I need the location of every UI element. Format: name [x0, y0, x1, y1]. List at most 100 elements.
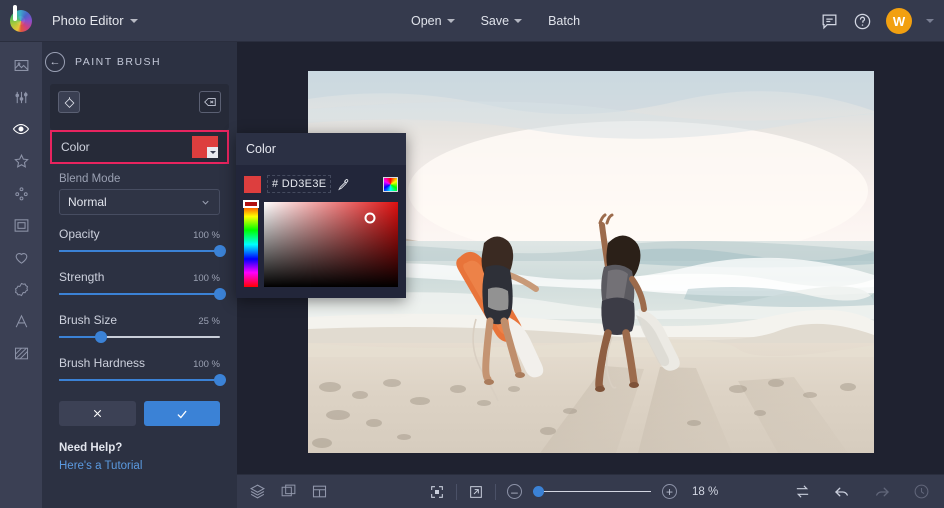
hue-slider[interactable] [243, 200, 259, 287]
sidebar-item-texture[interactable] [6, 342, 36, 364]
expand-fullscreen-icon[interactable] [468, 484, 484, 500]
slider-label: Brush Size [59, 313, 118, 327]
slider-knob[interactable] [214, 288, 226, 300]
cancel-button[interactable] [59, 401, 136, 426]
open-button[interactable]: Open [400, 8, 466, 34]
tool-panel: ← PAINT BRUSH Color Blend Mode Normal Op… [42, 42, 237, 508]
current-color-swatch [244, 175, 261, 193]
sidebar-item-text[interactable] [6, 310, 36, 332]
help-title: Need Help? [59, 442, 123, 454]
slider-track[interactable] [59, 373, 226, 387]
close-x-icon [93, 409, 101, 418]
top-bar: Photo Editor Open Save Batch W [0, 0, 944, 42]
page-title: PAINT BRUSH [75, 56, 162, 68]
history-clock-icon[interactable] [913, 483, 930, 500]
eyedropper-icon[interactable] [337, 178, 350, 191]
color-swatch[interactable] [192, 136, 218, 158]
zoom-slider-knob[interactable] [533, 486, 544, 497]
bottom-bar: – + 18 % [237, 474, 944, 508]
fit-to-screen-icon[interactable] [429, 484, 445, 500]
checkmark-icon [177, 410, 187, 418]
app-title-menu[interactable]: Photo Editor [52, 13, 138, 28]
avatar[interactable]: W [886, 8, 912, 34]
bottom-bar-left-tools [237, 483, 328, 500]
slider-strength: Strength 100 % [59, 270, 226, 301]
top-bar-actions: Open Save Batch [400, 0, 591, 42]
chevron-down-icon [514, 19, 523, 23]
sidebar-item-stickers[interactable] [6, 278, 36, 300]
batch-button-label: Batch [548, 14, 581, 28]
hex-input[interactable]: # DD3E3E [267, 175, 332, 193]
user-menu-chevron-icon[interactable] [926, 19, 934, 23]
divider [495, 483, 496, 500]
slider-track[interactable] [59, 287, 226, 301]
slider-track[interactable] [59, 244, 226, 258]
apply-button[interactable] [143, 401, 220, 426]
chat-bubble-icon[interactable] [820, 12, 839, 31]
help-section: Need Help? Here's a Tutorial [42, 426, 237, 472]
slider-value: 100 % [193, 359, 220, 370]
slider-opacity: Opacity 100 % [59, 227, 226, 258]
layers-icon[interactable] [249, 483, 266, 500]
chevron-down-icon [202, 200, 209, 205]
blend-mode-select[interactable]: Normal [59, 189, 220, 215]
zoom-level-value: 18 % [692, 485, 719, 498]
slider-label: Opacity [59, 227, 100, 241]
color-picker-title: Color [236, 133, 406, 165]
sliders-group: Opacity 100 % Strength 100 % Brush Size … [42, 227, 237, 387]
sidebar-item-frames[interactable] [6, 214, 36, 236]
batch-button[interactable]: Batch [537, 8, 591, 34]
open-button-label: Open [411, 14, 442, 28]
zoom-in-button[interactable]: + [662, 484, 677, 499]
undo-arrow-icon[interactable] [833, 483, 851, 501]
sidebar-item-overlays[interactable] [6, 182, 36, 204]
blend-mode-label: Blend Mode [59, 173, 121, 185]
save-button[interactable]: Save [470, 8, 534, 34]
color-picker-popup[interactable]: Color # DD3E3E [236, 133, 406, 298]
sidebar-item-photo[interactable] [6, 54, 36, 76]
save-button-label: Save [480, 14, 510, 28]
eraser-icon[interactable] [199, 91, 221, 113]
back-arrow-icon[interactable]: ← [45, 52, 65, 72]
transform-icon[interactable] [280, 483, 297, 500]
hex-row: # DD3E3E [244, 173, 398, 195]
bottom-bar-zoom-controls: – + 18 % [429, 483, 719, 500]
zoom-slider[interactable] [533, 486, 651, 498]
redo-arrow-icon[interactable] [873, 483, 891, 501]
color-wheel-icon[interactable] [383, 176, 398, 192]
panel-layout-icon[interactable] [311, 483, 328, 500]
chevron-down-icon [129, 18, 138, 23]
saturation-value-field[interactable] [264, 202, 398, 287]
paint-bucket-icon[interactable] [58, 91, 80, 113]
color-wheel-logo-icon [10, 4, 32, 32]
slider-knob[interactable] [94, 331, 107, 343]
tutorial-link[interactable]: Here's a Tutorial [59, 460, 221, 472]
saturation-value-knob[interactable] [364, 212, 376, 224]
brush-mode-row [50, 84, 229, 120]
slider-label: Brush Hardness [59, 356, 146, 370]
compare-swap-icon[interactable] [794, 483, 811, 500]
slider-knob[interactable] [214, 374, 226, 386]
app-logo[interactable] [0, 0, 42, 42]
sidebar-item-adjust[interactable] [6, 86, 36, 108]
color-picker-row[interactable]: Color [50, 130, 229, 164]
slider-value: 100 % [193, 273, 220, 284]
slider-track[interactable] [59, 330, 220, 344]
color-gradient-area [243, 200, 398, 287]
blend-mode-field: Blend Mode Normal [42, 173, 237, 215]
slider-knob[interactable] [214, 245, 226, 257]
sidebar-item-shapes[interactable] [6, 246, 36, 268]
blend-mode-value: Normal [68, 195, 107, 209]
slider-value: 25 % [198, 316, 220, 327]
slider-brush-size: Brush Size 25 % [59, 313, 220, 344]
tool-panel-header: ← PAINT BRUSH [42, 42, 237, 82]
brush-tool-card [50, 84, 229, 130]
question-circle-icon[interactable] [853, 12, 872, 31]
zoom-out-button[interactable]: – [507, 484, 522, 499]
color-label: Color [61, 140, 90, 154]
sidebar-item-effects[interactable] [6, 150, 36, 172]
slider-brush-hardness: Brush Hardness 100 % [59, 356, 226, 387]
divider [456, 483, 457, 500]
sidebar-item-retouch[interactable] [6, 118, 36, 140]
hue-slider-knob[interactable] [243, 200, 259, 208]
